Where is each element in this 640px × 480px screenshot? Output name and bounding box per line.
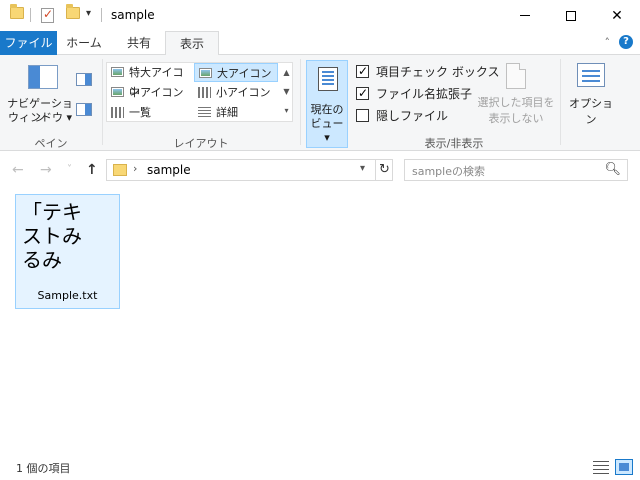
details-pane-icon[interactable] xyxy=(76,103,92,116)
current-view-button[interactable]: 現在の ビュー ▾ xyxy=(306,60,348,148)
details-icon xyxy=(198,107,211,117)
preview-pane-icon[interactable] xyxy=(76,73,92,86)
help-icon[interactable]: ? xyxy=(619,35,633,49)
forward-arrow-icon[interactable]: → xyxy=(40,162,52,178)
address-dropdown-icon[interactable]: ▾ xyxy=(360,163,365,174)
ribbon-view: ナビゲーション ウィンドウ ▾ ペイン 特大アイコン 大アイコン 中アイコン 小… xyxy=(0,55,640,151)
layout-large-icons[interactable]: 大アイコン xyxy=(194,63,278,82)
tab-home[interactable]: ホーム xyxy=(60,31,108,55)
hide-selected-label: 選択した項目を xyxy=(477,96,555,109)
layout-list[interactable]: 一覧 xyxy=(107,103,194,122)
up-arrow-icon[interactable]: ↑ xyxy=(86,162,98,178)
search-icon[interactable]: 🔍︎ xyxy=(604,162,621,177)
file-list[interactable]: 「テキ ストみ るみ Sample.txt xyxy=(0,189,640,454)
window-title: sample xyxy=(111,8,155,22)
options-button[interactable]: オプション xyxy=(565,63,617,127)
folder-icon xyxy=(113,164,127,176)
divider xyxy=(30,8,31,22)
folder-icon xyxy=(10,4,24,19)
breadcrumb-sample[interactable]: sample xyxy=(147,163,191,177)
tab-share[interactable]: 共有 xyxy=(114,31,164,55)
file-extensions-checkbox[interactable] xyxy=(356,85,369,101)
breadcrumb-chevron-icon[interactable]: › xyxy=(133,162,137,175)
hide-selected-button[interactable]: 選択した項目を 表示しない xyxy=(476,63,556,127)
layout-extra-large-icons[interactable]: 特大アイコン xyxy=(107,63,194,98)
layout-small-icons[interactable]: 小アイコン xyxy=(194,83,278,102)
refresh-icon[interactable]: ↻ xyxy=(375,160,393,180)
title-bar: ✓ ▾ sample ✕ xyxy=(0,0,640,31)
options-icon xyxy=(577,63,605,87)
navigation-pane-button[interactable]: ナビゲーション ウィンドウ ▾ xyxy=(4,55,76,133)
hide-selected-icon xyxy=(506,63,526,89)
hide-selected-label-2: 表示しない xyxy=(488,112,544,125)
divider xyxy=(101,8,102,22)
close-icon: ✕ xyxy=(611,7,623,24)
layout-details[interactable]: 詳細 xyxy=(194,103,278,122)
details-view-icon[interactable] xyxy=(592,459,610,475)
close-button[interactable]: ✕ xyxy=(594,0,640,31)
item-count: 1 個の項目 xyxy=(16,462,71,475)
extra-large-icons-icon xyxy=(111,67,124,77)
customize-quick-access-icon[interactable]: ▾ xyxy=(86,8,91,19)
current-view-label: 現在の xyxy=(310,103,344,116)
group-label-panes: ペイン xyxy=(34,137,68,150)
hidden-files-checkbox[interactable] xyxy=(356,109,369,122)
divider xyxy=(300,59,301,145)
minimize-icon xyxy=(520,15,530,16)
divider xyxy=(102,59,103,145)
current-view-icon xyxy=(318,67,338,91)
scroll-up-icon[interactable]: ▲ xyxy=(281,63,292,82)
properties-icon[interactable]: ✓ xyxy=(41,7,54,23)
file-thumbnail-preview: 「テキ ストみ るみ xyxy=(22,200,82,272)
item-checkboxes-checkbox[interactable] xyxy=(356,63,369,79)
group-label-show-hide: 表示/非表示 xyxy=(424,137,484,150)
layout-medium-icons[interactable]: 中アイコン xyxy=(107,83,194,102)
ribbon-tabs: ファイル ホーム 共有 表示 xyxy=(0,31,640,56)
file-name: Sample.txt xyxy=(37,289,98,302)
back-arrow-icon[interactable]: ← xyxy=(12,162,24,178)
small-icons-icon xyxy=(198,87,211,98)
layout-gallery: 特大アイコン 大アイコン 中アイコン 小アイコン 一覧 詳細 xyxy=(106,62,293,122)
tab-file[interactable]: ファイル xyxy=(0,31,57,55)
current-view-label-2: ビュー ▾ xyxy=(310,117,344,144)
large-icons-view-icon[interactable] xyxy=(615,459,633,475)
collapse-ribbon-icon[interactable]: ˄ xyxy=(605,36,611,49)
recent-locations-icon[interactable]: ˅ xyxy=(67,164,72,175)
hidden-files-label: 隠しファイル xyxy=(376,109,449,123)
gallery-more-icon[interactable]: ▾ xyxy=(281,101,292,120)
maximize-icon xyxy=(566,10,576,21)
navigation-pane-label-2: ウィンドウ ▾ xyxy=(7,111,73,124)
divider xyxy=(560,59,561,145)
search-box[interactable]: sampleの検索 🔍︎ xyxy=(404,159,628,181)
scroll-down-icon[interactable]: ▼ xyxy=(281,82,292,101)
large-icons-icon xyxy=(199,68,212,78)
group-label-layout: レイアウト xyxy=(173,137,229,150)
maximize-button[interactable] xyxy=(548,0,594,31)
tab-view[interactable]: 表示 xyxy=(165,31,219,56)
minimize-button[interactable] xyxy=(502,0,548,31)
layout-gallery-scroll[interactable]: ▲ ▼ ▾ xyxy=(281,63,292,121)
list-icon xyxy=(111,107,124,118)
new-folder-icon[interactable] xyxy=(66,4,80,19)
search-input[interactable]: sampleの検索 xyxy=(412,163,485,179)
file-item[interactable]: 「テキ ストみ るみ Sample.txt xyxy=(15,194,120,309)
navigation-pane-icon xyxy=(28,65,58,89)
file-extensions-label: ファイル名拡張子 xyxy=(376,87,473,101)
options-label: オプション xyxy=(569,97,613,126)
address-bar[interactable]: › sample ▾ ↻ xyxy=(106,159,393,181)
navigation-bar: ← → ˅ ↑ › sample ▾ ↻ sampleの検索 🔍︎ xyxy=(0,151,640,189)
status-bar: 1 個の項目 xyxy=(0,454,640,480)
medium-icons-icon xyxy=(111,87,124,97)
